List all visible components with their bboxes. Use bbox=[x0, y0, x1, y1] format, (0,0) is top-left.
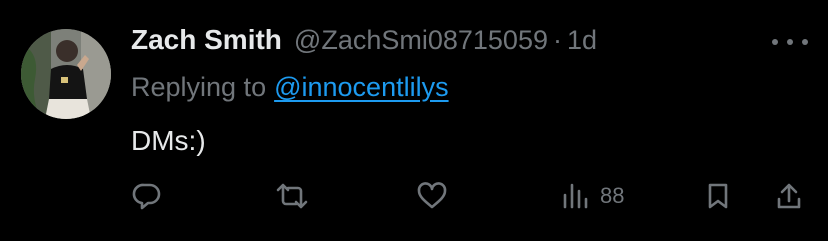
reply-button[interactable] bbox=[132, 174, 162, 218]
tweet-header: Zach Smith @ZachSmi08715059 · 1d bbox=[131, 24, 597, 62]
more-options-icon[interactable] bbox=[772, 30, 808, 54]
share-icon bbox=[777, 183, 801, 209]
retweet-button[interactable] bbox=[274, 174, 310, 218]
avatar[interactable] bbox=[21, 29, 111, 119]
timestamp[interactable]: 1d bbox=[567, 25, 597, 56]
views-icon bbox=[563, 183, 588, 209]
bookmark-button[interactable] bbox=[705, 174, 731, 218]
replying-to-mention[interactable]: @innocentlilys bbox=[274, 72, 449, 102]
more-dot bbox=[772, 39, 778, 45]
heart-icon bbox=[417, 182, 447, 209]
views-button[interactable]: 88 bbox=[560, 174, 624, 218]
replying-to-label: Replying to bbox=[131, 72, 267, 102]
retweet-icon bbox=[276, 183, 308, 209]
more-dot bbox=[787, 39, 793, 45]
author-name[interactable]: Zach Smith bbox=[131, 24, 282, 56]
replying-to-line: Replying to @innocentlilys bbox=[131, 72, 449, 103]
bookmark-icon bbox=[708, 183, 728, 209]
tweet-text: DMs:) bbox=[131, 125, 206, 156]
more-dot bbox=[802, 39, 808, 45]
tweet: Zach Smith @ZachSmi08715059 · 1d Replyin… bbox=[0, 0, 828, 241]
reply-icon bbox=[132, 183, 161, 210]
action-bar: 88 bbox=[0, 174, 828, 218]
views-count: 88 bbox=[600, 183, 625, 208]
separator-dot: · bbox=[552, 25, 562, 55]
share-button[interactable] bbox=[774, 174, 804, 218]
like-button[interactable] bbox=[416, 174, 448, 218]
author-handle[interactable]: @ZachSmi08715059 bbox=[294, 25, 548, 56]
avatar-photo bbox=[21, 29, 111, 119]
